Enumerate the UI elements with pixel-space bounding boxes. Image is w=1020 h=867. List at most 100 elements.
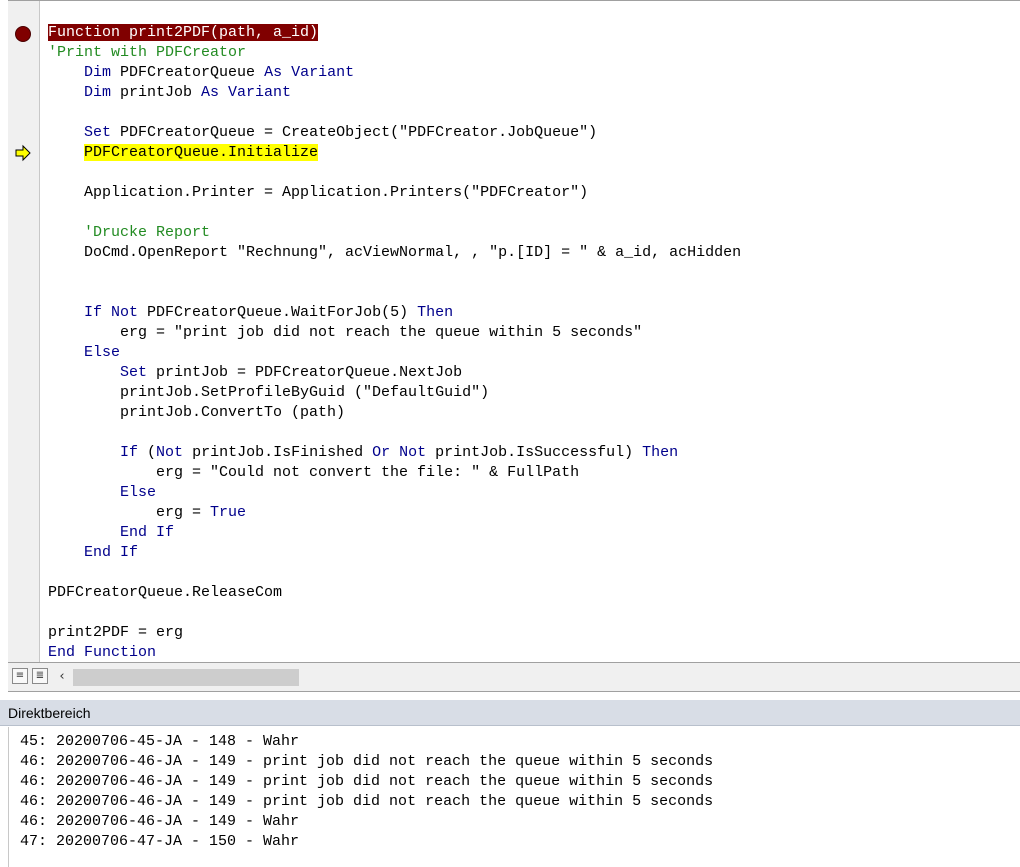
editor-status-bar: ≡ ≣ ‹ — [8, 662, 1020, 692]
immediate-line: 46: 20200706-46-JA - 149 - print job did… — [20, 773, 714, 790]
code-line[interactable]: Dim printJob As Variant — [48, 83, 1020, 103]
code-token: erg = "Could not convert the file: " & F… — [48, 464, 580, 481]
code-line[interactable] — [48, 563, 1020, 583]
code-line[interactable] — [48, 283, 1020, 303]
code-line[interactable]: Function print2PDF(path, a_id) — [15, 23, 1020, 43]
code-token: Not — [156, 444, 184, 461]
code-token: printJob.IsSuccessful) — [426, 444, 643, 461]
code-token: Dim — [84, 84, 112, 101]
code-token: Else — [84, 344, 121, 361]
code-token: PDFCreatorQueue.Initialize — [84, 144, 319, 161]
code-line[interactable]: End If — [48, 523, 1020, 543]
immediate-output[interactable]: 45: 20200706-45-JA - 148 - Wahr 46: 20200… — [20, 732, 713, 852]
code-line[interactable]: erg = "print job did not reach the queue… — [48, 323, 1020, 343]
code-line[interactable]: printJob.ConvertTo (path) — [48, 403, 1020, 423]
code-token: 'Print with PDFCreator — [48, 44, 247, 61]
immediate-line: 46: 20200706-46-JA - 149 - print job did… — [20, 753, 714, 770]
breakpoint-margin[interactable] — [8, 1, 40, 663]
code-token: Application.Printer = Application.Printe… — [48, 184, 589, 201]
code-line[interactable]: If (Not printJob.IsFinished Or Not print… — [48, 443, 1020, 463]
code-line[interactable]: End If — [48, 543, 1020, 563]
code-token: ( — [138, 444, 157, 461]
code-token: End If — [120, 524, 175, 541]
code-token: printJob = PDFCreatorQueue.NextJob — [147, 364, 463, 381]
code-token: End If — [84, 544, 139, 561]
code-line[interactable]: Else — [48, 343, 1020, 363]
immediate-line: 46: 20200706-46-JA - 149 - Wahr — [20, 813, 300, 830]
code-line[interactable] — [48, 603, 1020, 623]
code-token: Set — [120, 364, 148, 381]
code-lines[interactable]: Function print2PDF(path, a_id) 'Print wit… — [15, 23, 1020, 663]
breakpoint-dot-icon[interactable] — [15, 26, 31, 42]
code-line[interactable]: 'Print with PDFCreator — [48, 43, 1020, 63]
code-line[interactable]: End Function — [48, 643, 1020, 663]
code-token: Then — [642, 444, 679, 461]
code-line[interactable] — [48, 263, 1020, 283]
code-token: Or Not — [372, 444, 427, 461]
chevron-left-icon[interactable]: ‹ — [54, 669, 70, 685]
full-module-view-icon[interactable]: ≣ — [32, 668, 48, 684]
code-token: Else — [120, 484, 157, 501]
code-line[interactable] — [48, 423, 1020, 443]
code-token: printJob — [111, 84, 202, 101]
code-line[interactable]: Else — [48, 483, 1020, 503]
code-line[interactable]: DoCmd.OpenReport "Rechnung", acViewNorma… — [48, 243, 1020, 263]
code-line[interactable]: PDFCreatorQueue.ReleaseCom — [48, 583, 1020, 603]
procedure-view-icon[interactable]: ≡ — [12, 668, 28, 684]
code-line[interactable] — [48, 163, 1020, 183]
code-token: PDFCreatorQueue.WaitForJob(5) — [138, 304, 418, 321]
code-line[interactable] — [48, 103, 1020, 123]
code-line[interactable]: printJob.SetProfileByGuid ("DefaultGuid"… — [48, 383, 1020, 403]
code-token: printJob.IsFinished — [183, 444, 373, 461]
code-line[interactable]: erg = "Could not convert the file: " & F… — [48, 463, 1020, 483]
code-token: Function print2PDF(path, a_id) — [48, 24, 319, 41]
code-line[interactable]: Set printJob = PDFCreatorQueue.NextJob — [48, 363, 1020, 383]
code-editor[interactable]: Function print2PDF(path, a_id) 'Print wit… — [8, 0, 1020, 663]
code-token: If — [120, 444, 139, 461]
code-token: PDFCreatorQueue — [111, 64, 265, 81]
execution-arrow-icon[interactable] — [14, 144, 32, 162]
code-token: As Variant — [201, 84, 292, 101]
code-token: printJob.ConvertTo (path) — [48, 404, 346, 421]
code-line[interactable] — [48, 203, 1020, 223]
code-line[interactable]: Dim PDFCreatorQueue As Variant — [48, 63, 1020, 83]
horizontal-scroll-thumb[interactable] — [73, 669, 299, 686]
code-line[interactable]: print2PDF = erg — [48, 623, 1020, 643]
immediate-line: 47: 20200706-47-JA - 150 - Wahr — [20, 833, 300, 850]
code-token: True — [210, 504, 247, 521]
immediate-line: 45: 20200706-45-JA - 148 - Wahr — [20, 733, 300, 750]
code-line[interactable]: Set PDFCreatorQueue = CreateObject("PDFC… — [48, 123, 1020, 143]
code-line[interactable]: 'Drucke Report — [48, 223, 1020, 243]
code-token: printJob.SetProfileByGuid ("DefaultGuid"… — [48, 384, 490, 401]
code-token: PDFCreatorQueue.ReleaseCom — [48, 584, 283, 601]
code-token: End Function — [48, 644, 157, 661]
code-token: DoCmd.OpenReport "Rechnung", acViewNorma… — [48, 244, 742, 261]
code-line[interactable]: Application.Printer = Application.Printe… — [48, 183, 1020, 203]
immediate-window-title: Direktbereich — [0, 700, 1020, 726]
code-line[interactable]: PDFCreatorQueue.Initialize — [15, 143, 1020, 163]
code-token: If Not — [84, 304, 139, 321]
code-token: Dim — [84, 64, 112, 81]
code-token: As Variant — [264, 64, 355, 81]
code-token: Then — [417, 304, 454, 321]
code-token: erg = — [48, 504, 211, 521]
immediate-line: 46: 20200706-46-JA - 149 - print job did… — [20, 793, 714, 810]
code-line[interactable]: If Not PDFCreatorQueue.WaitForJob(5) The… — [48, 303, 1020, 323]
code-token: erg = "print job did not reach the queue… — [48, 324, 643, 341]
immediate-window[interactable]: 45: 20200706-45-JA - 148 - Wahr 46: 20200… — [8, 727, 1020, 867]
code-line[interactable]: erg = True — [48, 503, 1020, 523]
code-token: print2PDF = erg — [48, 624, 184, 641]
code-token: PDFCreatorQueue = CreateObject("PDFCreat… — [111, 124, 598, 141]
